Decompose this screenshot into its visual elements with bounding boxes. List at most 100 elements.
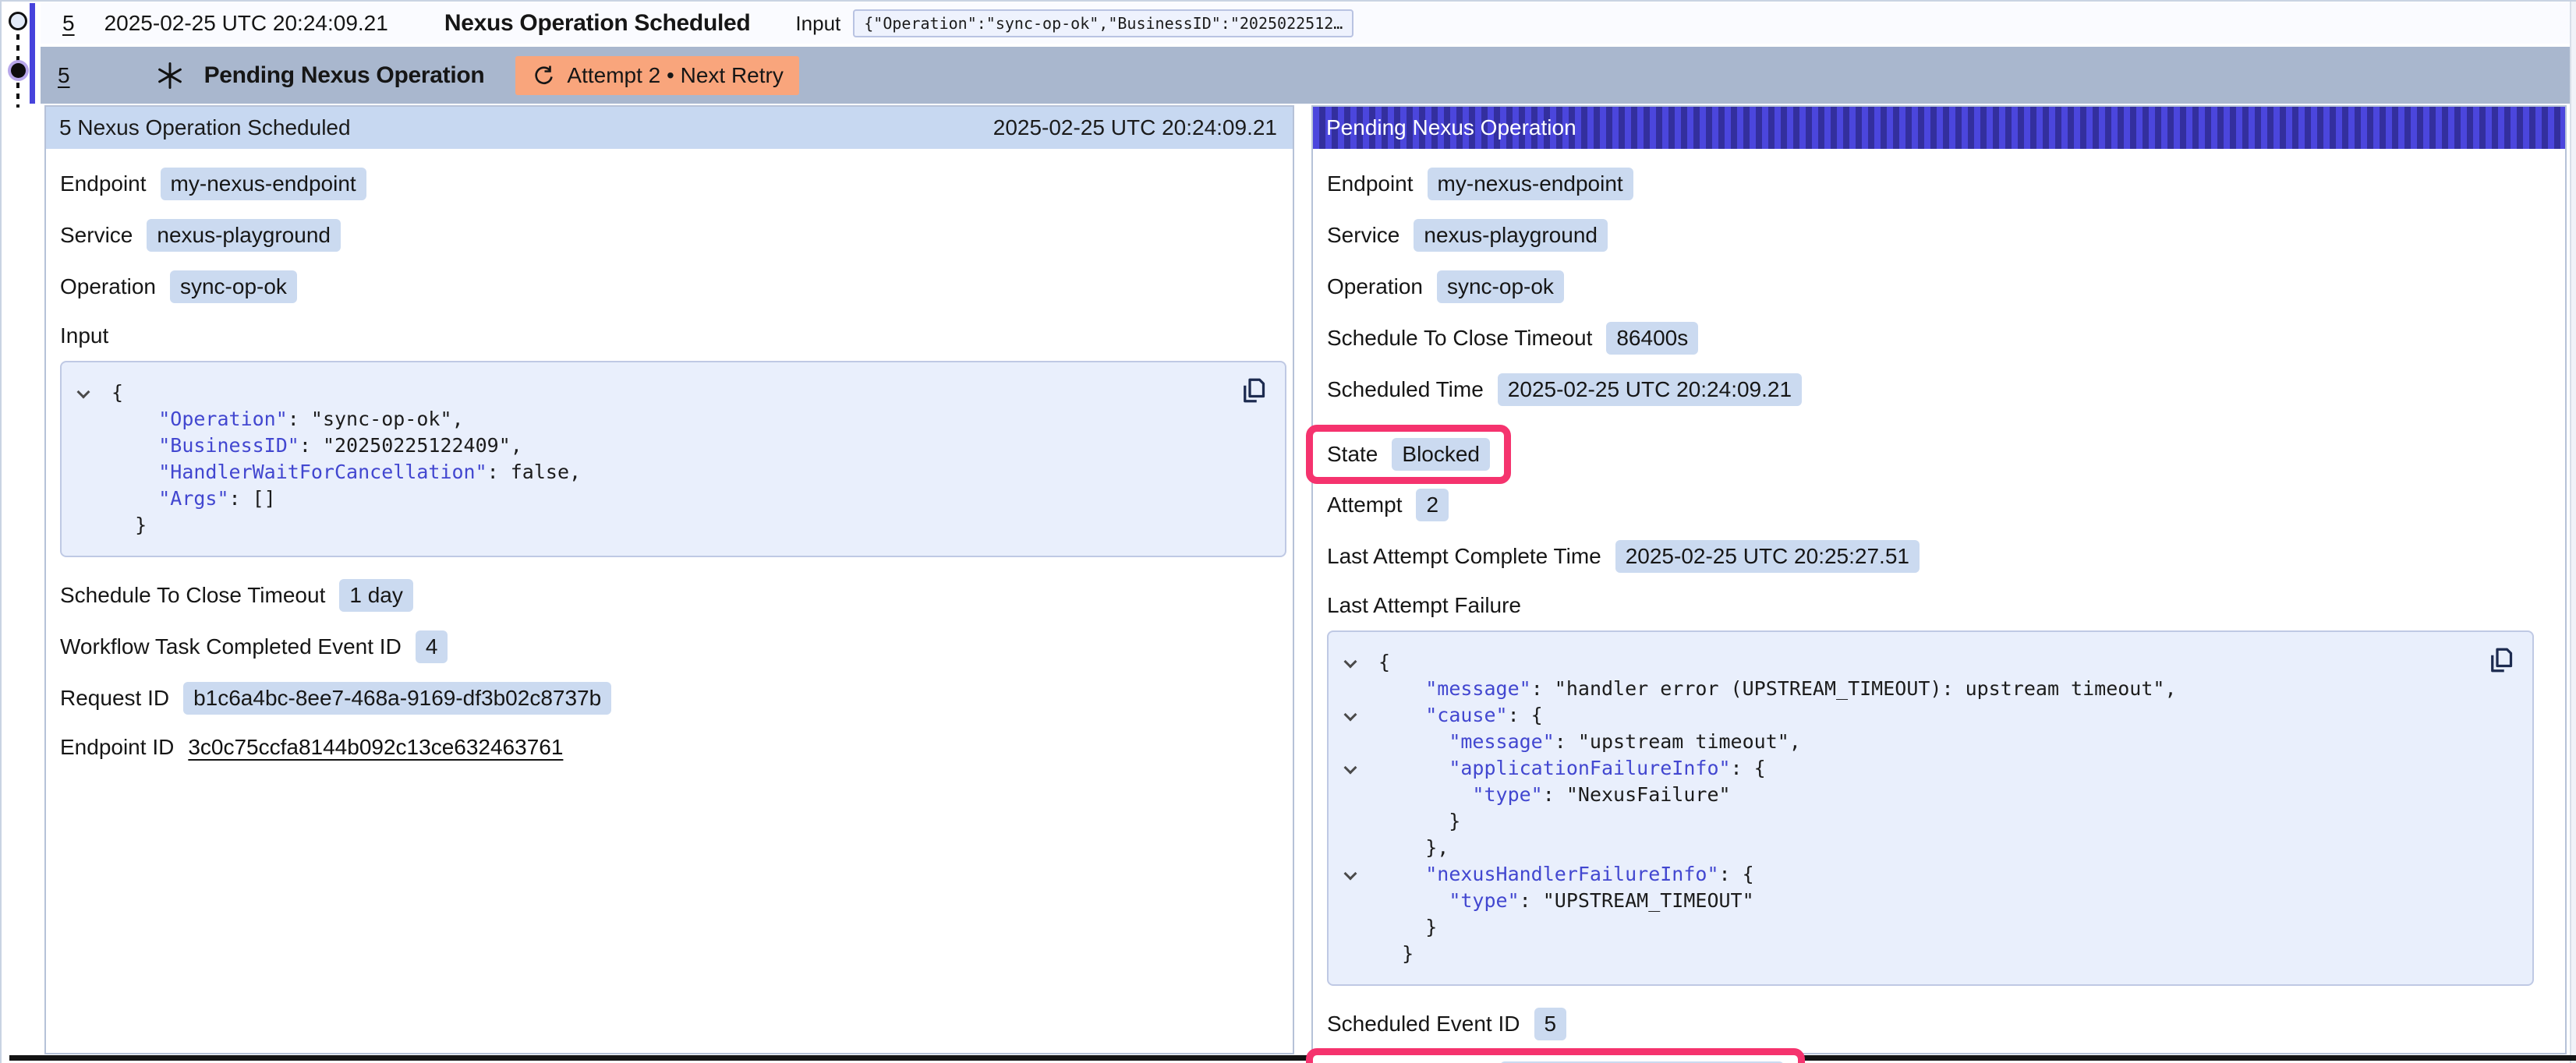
service-label: Service — [1327, 223, 1399, 248]
event-detail-header-timestamp: 2025-02-25 UTC 20:24:09.21 — [993, 115, 1277, 140]
field-workflow-task-completed-event-id: Workflow Task Completed Event ID 4 — [60, 630, 1286, 663]
failure-json-viewer: { "message": "handler error (UPSTREAM_TI… — [1327, 630, 2534, 986]
attempt-label: Attempt — [1327, 493, 1402, 517]
code-line: "BusinessID": "20250225122409", — [62, 433, 1269, 459]
code-line: "type": "NexusFailure" — [1329, 782, 2517, 808]
field-endpoint: Endpoint my-nexus-endpoint — [60, 168, 1286, 200]
event-input-label: Input — [795, 12, 840, 36]
scheduled-event-id-label: Scheduled Event ID — [1327, 1012, 1520, 1037]
endpoint-id-value-link[interactable]: 3c0c75ccfa8144b092c13ce632463761 — [188, 735, 563, 760]
scheduled-time-value-badge: 2025-02-25 UTC 20:24:09.21 — [1498, 373, 1802, 406]
retry-attempt-badge: Attempt 2 • Next Retry — [515, 56, 798, 95]
event-detail-fields-top: Endpoint my-nexus-endpoint Servicenexus-pl… — [60, 168, 1286, 303]
scrollbar-track[interactable] — [2570, 2, 2576, 1063]
pending-fields-mid: Attempt 2 Last Attempt Complete Time 2025-0… — [1327, 489, 2534, 573]
code-line: "message": "upstream timeout", — [1329, 729, 2517, 755]
event-detail-header-title: 5 Nexus Operation Scheduled — [59, 115, 351, 140]
code-line: "cause": { — [1329, 702, 2517, 729]
code-line: } — [1329, 941, 2517, 967]
code-line: } — [1329, 914, 2517, 941]
code-line: } — [1329, 808, 2517, 835]
blocked-reason-annotation-box: Blocked Reason The circuit breaker is op… — [1306, 1048, 1805, 1063]
code-line: "Operation": "sync-op-ok", — [62, 406, 1269, 433]
field-schedule-to-close-timeout: Schedule To Close Timeout 1 day — [60, 579, 1286, 612]
event-row-pending-nexus-operation[interactable]: 5 Pending Nexus Operation Attempt 2 • Ne… — [41, 47, 2570, 104]
field-scheduled-event-id: Scheduled Event ID 5 — [1327, 1008, 2534, 1040]
service-value-badge: nexus-playground — [147, 219, 341, 252]
collapse-chevron-icon[interactable] — [77, 386, 90, 399]
timeline-dashed-connector — [16, 83, 19, 108]
input-json-viewer: { "Operation": "sync-op-ok", "BusinessID… — [60, 361, 1286, 557]
timeline-current-node-icon — [11, 63, 26, 78]
event-id-link[interactable]: 5 — [62, 11, 75, 36]
schedule-to-close-timeout-value-badge: 86400s — [1606, 322, 1698, 355]
operation-label: Operation — [60, 274, 156, 299]
last-attempt-complete-time-label: Last Attempt Complete Time — [1327, 544, 1601, 569]
schedule-to-close-timeout-label: Schedule To Close Timeout — [1327, 326, 1592, 351]
collapse-chevron-icon[interactable] — [1344, 708, 1357, 722]
endpoint-value-badge: my-nexus-endpoint — [1428, 168, 1633, 200]
scheduled-time-label: Scheduled Time — [1327, 377, 1484, 402]
pending-asterisk-icon — [156, 62, 184, 90]
code-line: "HandlerWaitForCancellation": false, — [62, 459, 1269, 486]
event-row-nexus-operation-scheduled[interactable]: 5 2025-02-25 UTC 20:24:09.21 Nexus Opera… — [41, 3, 2570, 44]
workflow-task-completed-event-id-label: Workflow Task Completed Event ID — [60, 634, 402, 659]
event-timestamp: 2025-02-25 UTC 20:24:09.21 — [104, 11, 388, 36]
state-row: State Blocked — [1327, 425, 2534, 484]
field-attempt: Attempt 2 — [1327, 489, 2534, 521]
collapse-chevron-icon[interactable] — [1344, 761, 1357, 775]
schedule-to-close-timeout-value-badge: 1 day — [339, 579, 413, 612]
failure-section-label: Last Attempt Failure — [1327, 592, 2534, 620]
code-line: } — [62, 512, 1269, 539]
endpoint-label: Endpoint — [1327, 171, 1414, 196]
pending-operation-title: Pending Nexus Operation — [204, 62, 485, 89]
event-id-link[interactable]: 5 — [58, 63, 70, 88]
code-line: "type": "UPSTREAM_TIMEOUT" — [1329, 888, 2517, 914]
state-annotation-box: State Blocked — [1306, 425, 1511, 484]
operation-value-badge: sync-op-ok — [1437, 270, 1564, 303]
field-endpoint-id: Endpoint ID 3c0c75ccfa8144b092c13ce632463… — [60, 733, 1286, 761]
collapse-chevron-icon[interactable] — [1344, 655, 1357, 669]
field-operation: Operation sync-op-ok — [1327, 270, 2534, 303]
field-last-attempt-complete-time: Last Attempt Complete Time 2025-02-25 UTC… — [1327, 540, 2534, 573]
request-id-label: Request ID — [60, 686, 169, 711]
bottom-divider-line — [9, 1055, 2576, 1061]
schedule-to-close-timeout-label: Schedule To Close Timeout — [60, 583, 325, 608]
endpoint-label: Endpoint — [60, 171, 147, 196]
field-operation: Operationsync-op-ok — [60, 270, 1286, 303]
input-json-lines: { "Operation": "sync-op-ok", "BusinessID… — [62, 380, 1269, 539]
workflow-event-history-page: 5 2025-02-25 UTC 20:24:09.21 Nexus Opera… — [0, 0, 2576, 1063]
code-line: { — [62, 380, 1269, 406]
code-line: }, — [1329, 835, 2517, 861]
endpoint-value-badge: my-nexus-endpoint — [161, 168, 366, 200]
event-detail-body: Endpoint my-nexus-endpoint Servicenexus-pl… — [46, 149, 1293, 761]
event-title: Nexus Operation Scheduled — [444, 10, 751, 37]
last-attempt-complete-time-value-badge: 2025-02-25 UTC 20:25:27.51 — [1615, 540, 1920, 573]
field-schedule-to-close-timeout: Schedule To Close Timeout 86400s — [1327, 322, 2534, 355]
timeline-dashed-connector — [16, 34, 19, 62]
field-service: Servicenexus-playground — [1327, 219, 2534, 252]
pending-fields-top: Endpoint my-nexus-endpoint Servicenexus-pl… — [1327, 168, 2534, 406]
attempt-value-badge: 2 — [1416, 489, 1449, 521]
endpoint-id-label: Endpoint ID — [60, 735, 174, 760]
pending-operation-header-title: Pending Nexus Operation — [1326, 115, 1576, 140]
failure-json-lines: { "message": "handler error (UPSTREAM_TI… — [1329, 649, 2517, 967]
event-input-preview-badge: {"Operation":"sync-op-ok","BusinessID":"… — [853, 9, 1353, 37]
code-line: { — [1329, 649, 2517, 676]
field-service: Servicenexus-playground — [60, 219, 1286, 252]
workflow-task-completed-event-id-value-badge: 4 — [416, 630, 448, 663]
pending-operation-header: Pending Nexus Operation — [1313, 107, 2565, 149]
state-label: State — [1327, 442, 1378, 467]
state-value-badge: Blocked — [1392, 438, 1490, 471]
field-scheduled-time: Scheduled Time 2025-02-25 UTC 20:24:09.21 — [1327, 373, 2534, 406]
scheduled-event-id-badge: 5 — [1534, 1008, 1567, 1040]
collapse-chevron-icon[interactable] — [1344, 867, 1357, 881]
code-line: "nexusHandlerFailureInfo": { — [1329, 861, 2517, 888]
timeline-accent-bar — [30, 3, 35, 104]
code-line: "Args": [] — [62, 486, 1269, 512]
operation-label: Operation — [1327, 274, 1423, 299]
input-section-label: Input — [60, 322, 1286, 350]
pending-operation-body: Endpoint my-nexus-endpoint Servicenexus-pl… — [1313, 149, 2565, 1063]
request-id-value-badge: b1c6a4bc-8ee7-468a-9169-df3b02c8737b — [183, 682, 611, 715]
code-line: "message": "handler error (UPSTREAM_TIME… — [1329, 676, 2517, 702]
